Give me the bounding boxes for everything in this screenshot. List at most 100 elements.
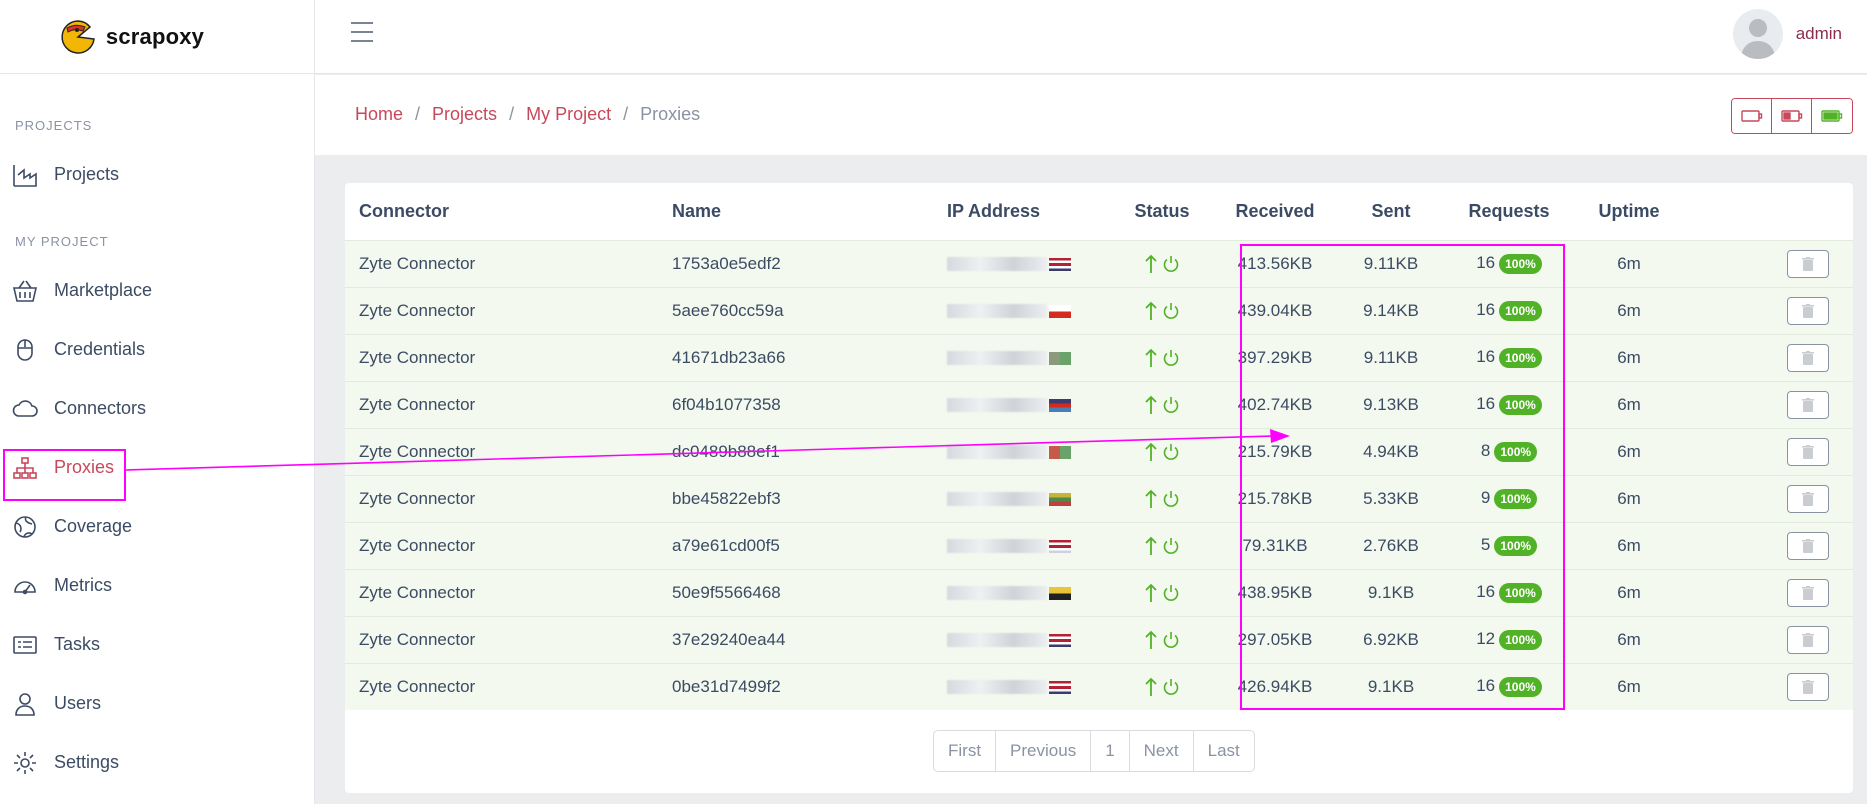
power-icon[interactable]: [1162, 678, 1180, 696]
avatar[interactable]: [1733, 9, 1783, 59]
column-header-name: Name: [672, 200, 722, 221]
pagination-page[interactable]: 1: [1091, 731, 1130, 771]
cell-uptime: 6m: [1570, 662, 1688, 710]
country-flag-icon: [1049, 304, 1071, 318]
power-icon[interactable]: [1162, 631, 1180, 649]
gear-icon: [14, 751, 36, 774]
delete-button[interactable]: [1787, 625, 1829, 654]
cell-status: [1108, 380, 1216, 428]
trash-icon: [1802, 538, 1814, 553]
country-flag-icon: [1049, 351, 1071, 365]
nav-title-projects: PROJECTS: [15, 118, 93, 133]
cell-name: a79e61cd00f5: [658, 521, 933, 569]
cell-ip: [933, 615, 1108, 663]
delete-button[interactable]: [1787, 296, 1829, 325]
cell-actions: [1688, 521, 1853, 569]
delete-button[interactable]: [1787, 249, 1829, 278]
cell-name: 6f04b1077358: [658, 380, 933, 428]
trash-icon: [1802, 491, 1814, 506]
pagination-first[interactable]: First: [934, 731, 997, 771]
cell-name: 41671db23a66: [658, 333, 933, 381]
ip-address-blurred: [947, 398, 1047, 413]
cell-uptime: 6m: [1570, 427, 1688, 475]
delete-button[interactable]: [1787, 390, 1829, 419]
cell-uptime: 6m: [1570, 286, 1688, 334]
arrow-up-icon: [1144, 630, 1157, 649]
breadcrumb-separator: /: [415, 104, 421, 124]
power-icon[interactable]: [1162, 490, 1180, 508]
trash-icon: [1802, 585, 1814, 600]
delete-button[interactable]: [1787, 578, 1829, 607]
breadcrumb-projects[interactable]: Projects: [432, 104, 497, 125]
sidebar-item-marketplace[interactable]: Marketplace: [0, 261, 314, 320]
battery-full-button[interactable]: [1812, 99, 1852, 133]
scrapoxy-logo-icon: [61, 19, 95, 54]
trash-icon: [1802, 632, 1814, 647]
battery-full-icon: [1821, 110, 1843, 122]
power-icon[interactable]: [1162, 537, 1180, 555]
column-header-received: Received: [1235, 200, 1315, 221]
sidebar-item-projects[interactable]: Projects: [0, 145, 314, 204]
cell-actions: [1688, 380, 1853, 428]
basket-icon: [12, 280, 38, 302]
cell-ip: [933, 286, 1108, 334]
country-flag-icon: [1049, 586, 1071, 600]
country-flag-icon: [1049, 257, 1071, 271]
arrow-up-icon: [1144, 677, 1157, 696]
breadcrumb-current: Proxies: [640, 104, 701, 124]
cell-status: [1108, 239, 1216, 287]
breadcrumb-home[interactable]: Home: [355, 104, 403, 125]
pagination-next[interactable]: Next: [1130, 731, 1194, 771]
power-icon[interactable]: [1162, 443, 1180, 461]
annotation-box-traffic-columns: [1240, 244, 1565, 710]
cell-ip: [933, 474, 1108, 522]
pagination: First Previous 1 Next Last: [933, 730, 1255, 772]
table-row: Zyte Connector 41671db23a66 397.29KB 9.11K…: [345, 333, 1853, 381]
proxy-count-selector: [1731, 98, 1853, 134]
cell-connector: Zyte Connector: [345, 568, 658, 616]
sidebar-item-metrics[interactable]: Metrics: [0, 556, 314, 615]
brand-name: scrapoxy: [105, 23, 205, 49]
sidebar-item-credentials[interactable]: Credentials: [0, 320, 314, 379]
arrow-up-icon: [1144, 489, 1157, 508]
power-icon[interactable]: [1162, 396, 1180, 414]
user-name[interactable]: admin: [1796, 24, 1842, 44]
cell-ip: [933, 521, 1108, 569]
brand[interactable]: scrapoxy: [0, 0, 314, 74]
cell-connector: Zyte Connector: [345, 662, 658, 710]
breadcrumb-my-project[interactable]: My Project: [526, 104, 611, 125]
mouse-icon: [17, 338, 33, 361]
sidebar-item-users[interactable]: Users: [0, 674, 314, 733]
delete-button[interactable]: [1787, 672, 1829, 701]
cell-name: 37e29240ea44: [658, 615, 933, 663]
power-icon[interactable]: [1162, 584, 1180, 602]
delete-button[interactable]: [1787, 484, 1829, 513]
sidebar-item-coverage[interactable]: Coverage: [0, 497, 314, 556]
cell-ip: [933, 380, 1108, 428]
sidebar-item-tasks[interactable]: Tasks: [0, 615, 314, 674]
task-icon: [13, 635, 37, 654]
power-icon[interactable]: [1162, 302, 1180, 320]
sidebar-item-settings[interactable]: Settings: [0, 733, 314, 792]
power-icon[interactable]: [1162, 255, 1180, 273]
cell-actions: [1688, 474, 1853, 522]
column-header-actions: [1688, 183, 1853, 240]
cell-actions: [1688, 615, 1853, 663]
hamburger-menu-icon[interactable]: [351, 22, 373, 42]
ip-address-blurred: [947, 680, 1047, 695]
cell-name: bbe45822ebf3: [658, 474, 933, 522]
sidebar-item-label: Tasks: [54, 634, 101, 654]
delete-button[interactable]: [1787, 437, 1829, 466]
pagination-last[interactable]: Last: [1194, 731, 1254, 771]
delete-button[interactable]: [1787, 531, 1829, 560]
delete-button[interactable]: [1787, 343, 1829, 372]
cell-status: [1108, 286, 1216, 334]
battery-half-button[interactable]: [1772, 99, 1812, 133]
arrow-up-icon: [1144, 348, 1157, 367]
header: admin: [315, 0, 1867, 74]
cell-status: [1108, 333, 1216, 381]
sidebar-item-connectors[interactable]: Connectors: [0, 379, 314, 438]
power-icon[interactable]: [1162, 349, 1180, 367]
pagination-previous[interactable]: Previous: [996, 731, 1092, 771]
battery-empty-button[interactable]: [1732, 99, 1772, 133]
